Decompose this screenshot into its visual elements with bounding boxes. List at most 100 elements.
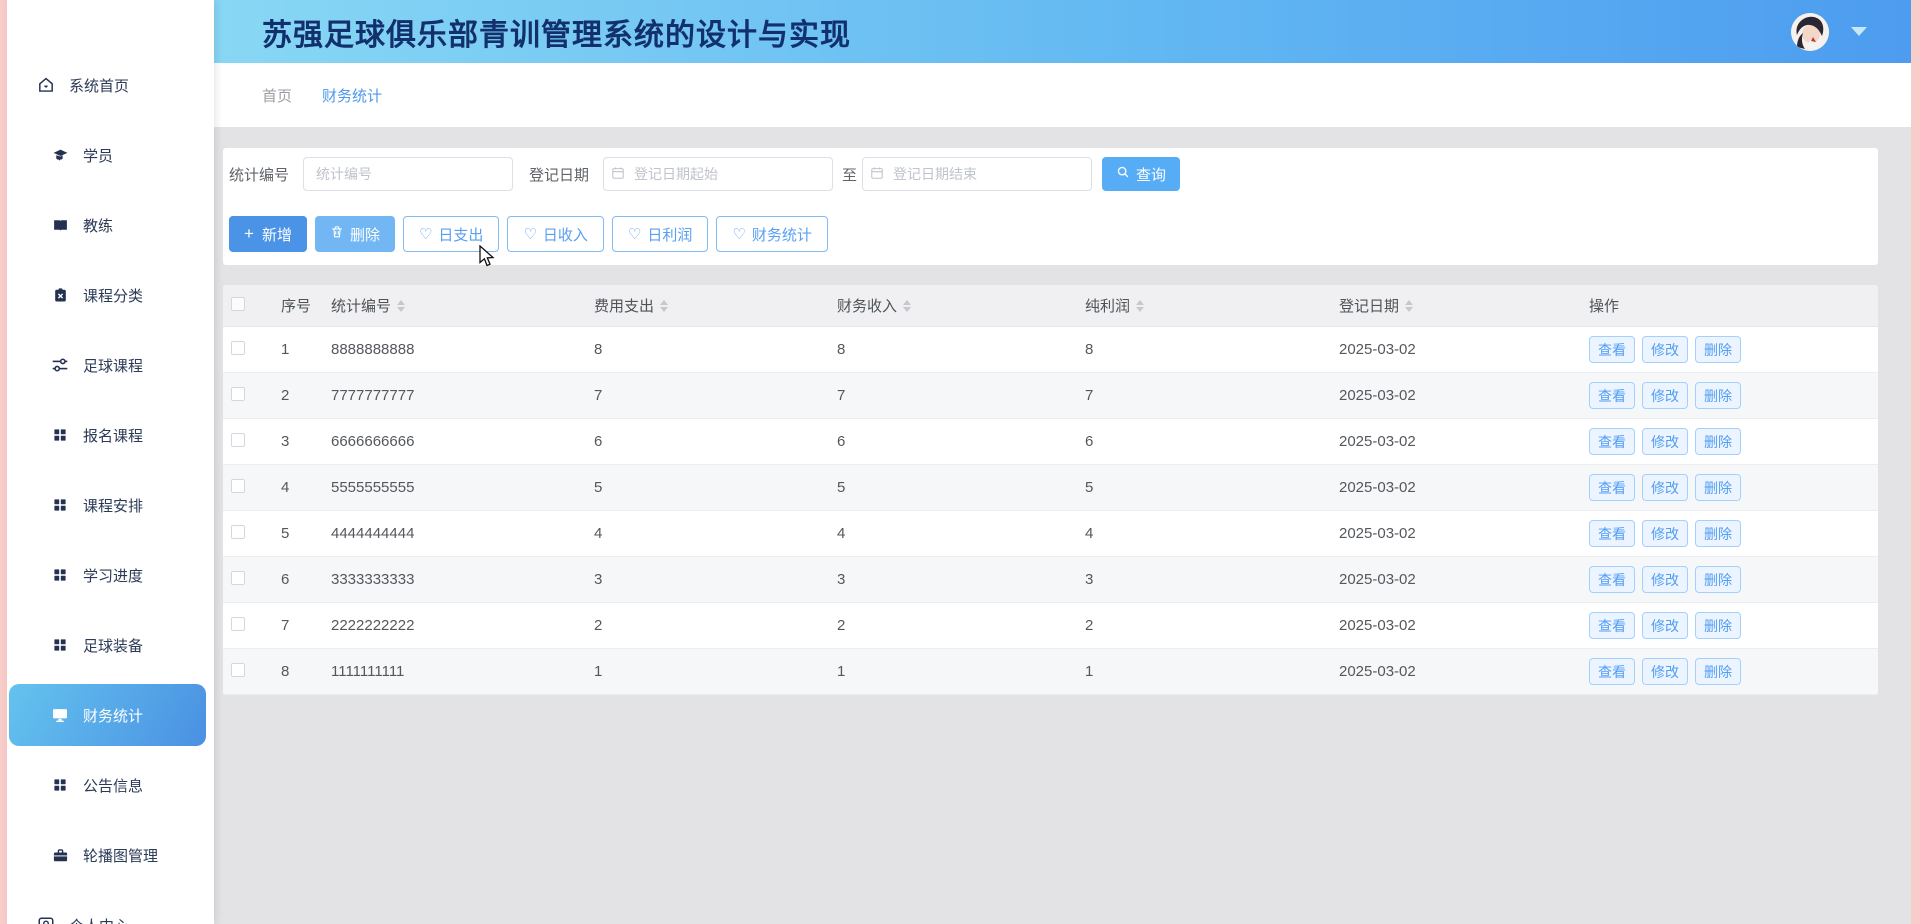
sidebar-item-football-courses[interactable]: 足球课程 <box>7 330 214 400</box>
view-button[interactable]: 查看 <box>1589 658 1635 685</box>
sidebar-item-label: 报名课程 <box>83 425 143 446</box>
daily-expense-button[interactable]: ♡ 日支出 <box>403 216 499 252</box>
row-checkbox[interactable] <box>231 341 245 355</box>
finance-stats-button[interactable]: ♡ 财务统计 <box>716 216 827 252</box>
filter-row: 统计编号 登记日期 至 <box>229 156 1878 192</box>
cell-index: 1 <box>275 341 325 358</box>
cell-income: 8 <box>831 341 1079 358</box>
search-icon <box>1116 165 1130 183</box>
sort-icon[interactable] <box>660 300 668 312</box>
sn-filter-input[interactable] <box>303 157 513 191</box>
view-button[interactable]: 查看 <box>1589 428 1635 455</box>
delete-row-button[interactable]: 删除 <box>1695 382 1741 409</box>
delete-row-button[interactable]: 删除 <box>1695 428 1741 455</box>
daily-profit-button[interactable]: ♡ 日利润 <box>612 216 708 252</box>
edit-button[interactable]: 修改 <box>1642 474 1688 501</box>
cell-income: 5 <box>831 479 1079 496</box>
select-all-checkbox[interactable] <box>231 297 245 311</box>
edit-button[interactable]: 修改 <box>1642 428 1688 455</box>
edit-button[interactable]: 修改 <box>1642 336 1688 363</box>
sidebar-item-course-schedule[interactable]: 课程安排 <box>7 470 214 540</box>
table-row: 6 3333333333 3 3 3 2025-03-02 查看修改删除 <box>223 557 1878 603</box>
sidebar-item-announcements[interactable]: 公告信息 <box>7 750 214 820</box>
calendar-icon <box>611 166 625 185</box>
sort-icon[interactable] <box>397 300 405 312</box>
chevron-down-icon[interactable] <box>1851 27 1867 36</box>
sidebar-item-label: 课程安排 <box>83 495 143 516</box>
cell-index: 2 <box>275 387 325 404</box>
cell-date: 2025-03-02 <box>1333 617 1583 634</box>
cell-sn: 8888888888 <box>325 341 588 358</box>
edit-button[interactable]: 修改 <box>1642 566 1688 593</box>
breadcrumb-home[interactable]: 首页 <box>262 85 292 106</box>
home-icon <box>37 76 55 94</box>
avatar[interactable] <box>1791 13 1829 51</box>
sidebar-item-course-category[interactable]: 课程分类 <box>7 260 214 330</box>
edit-button[interactable]: 修改 <box>1642 658 1688 685</box>
sidebar-item-label: 课程分类 <box>83 285 143 306</box>
cell-profit: 1 <box>1079 663 1333 680</box>
cell-profit: 5 <box>1079 479 1333 496</box>
cell-profit: 8 <box>1079 341 1333 358</box>
sidebar-item-label: 个人中心 <box>69 915 129 924</box>
row-checkbox[interactable] <box>231 525 245 539</box>
col-expense: 费用支出 <box>588 295 831 316</box>
sidebar-item-football-equipment[interactable]: 足球装备 <box>7 610 214 680</box>
delete-button[interactable]: 删除 <box>315 216 395 252</box>
sidebar-item-system-home[interactable]: 系统首页 <box>7 50 214 120</box>
grid-icon <box>51 566 69 584</box>
add-button[interactable]: + 新增 <box>229 216 307 252</box>
breadcrumb-current[interactable]: 财务统计 <box>322 85 382 106</box>
row-checkbox[interactable] <box>231 387 245 401</box>
sidebar-item-enroll-courses[interactable]: 报名课程 <box>7 400 214 470</box>
daily-income-button[interactable]: ♡ 日收入 <box>507 216 603 252</box>
sort-icon[interactable] <box>1136 300 1144 312</box>
edit-button[interactable]: 修改 <box>1642 520 1688 547</box>
delete-row-button[interactable]: 删除 <box>1695 566 1741 593</box>
view-button[interactable]: 查看 <box>1589 520 1635 547</box>
right-edge-strip <box>1911 0 1920 924</box>
delete-row-button[interactable]: 删除 <box>1695 658 1741 685</box>
view-button[interactable]: 查看 <box>1589 612 1635 639</box>
row-checkbox[interactable] <box>231 617 245 631</box>
cell-date: 2025-03-02 <box>1333 341 1583 358</box>
view-button[interactable]: 查看 <box>1589 566 1635 593</box>
cell-index: 5 <box>275 525 325 542</box>
row-checkbox[interactable] <box>231 479 245 493</box>
sidebar-item-students[interactable]: 学员 <box>7 120 214 190</box>
heart-icon: ♡ <box>628 225 641 243</box>
delete-row-button[interactable]: 删除 <box>1695 520 1741 547</box>
view-button[interactable]: 查看 <box>1589 382 1635 409</box>
cell-index: 7 <box>275 617 325 634</box>
sidebar-item-label: 学员 <box>83 145 113 166</box>
view-button[interactable]: 查看 <box>1589 336 1635 363</box>
date-start-wrap <box>603 157 833 191</box>
cell-profit: 7 <box>1079 387 1333 404</box>
cell-income: 1 <box>831 663 1079 680</box>
sort-icon[interactable] <box>1405 300 1413 312</box>
row-checkbox[interactable] <box>231 571 245 585</box>
sidebar-item-coaches[interactable]: 教练 <box>7 190 214 260</box>
cell-profit: 2 <box>1079 617 1333 634</box>
cell-date: 2025-03-02 <box>1333 663 1583 680</box>
table-row: 5 4444444444 4 4 4 2025-03-02 查看修改删除 <box>223 511 1878 557</box>
sidebar-item-profile-center[interactable]: 个人中心 <box>7 890 214 924</box>
row-checkbox[interactable] <box>231 433 245 447</box>
date-start-input[interactable] <box>603 157 833 191</box>
view-button[interactable]: 查看 <box>1589 474 1635 501</box>
cell-expense: 6 <box>588 433 831 450</box>
sidebar-item-carousel-management[interactable]: 轮播图管理 <box>7 820 214 890</box>
sort-icon[interactable] <box>903 300 911 312</box>
row-checkbox[interactable] <box>231 663 245 677</box>
delete-row-button[interactable]: 删除 <box>1695 336 1741 363</box>
search-button[interactable]: 查询 <box>1102 157 1180 191</box>
delete-row-button[interactable]: 删除 <box>1695 474 1741 501</box>
breadcrumb: 首页 财务统计 <box>214 63 1911 127</box>
edit-button[interactable]: 修改 <box>1642 382 1688 409</box>
sidebar-item-learning-progress[interactable]: 学习进度 <box>7 540 214 610</box>
date-end-input[interactable] <box>862 157 1092 191</box>
delete-row-button[interactable]: 删除 <box>1695 612 1741 639</box>
cell-income: 6 <box>831 433 1079 450</box>
edit-button[interactable]: 修改 <box>1642 612 1688 639</box>
sidebar-item-finance-stats[interactable]: 财务统计 <box>9 684 206 746</box>
